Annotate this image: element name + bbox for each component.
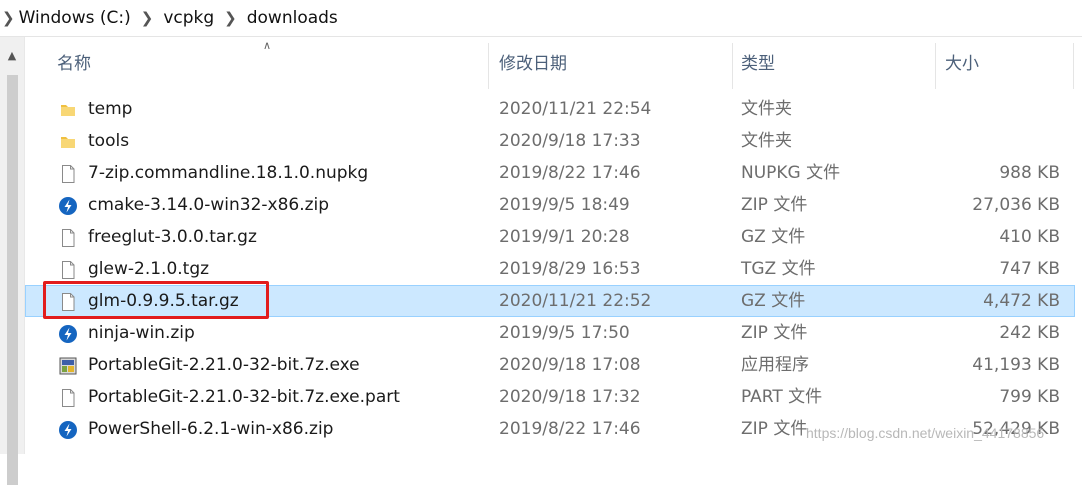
file-size: 27,036 KB — [972, 195, 1060, 215]
file-name: 7-zip.commandline.18.1.0.nupkg — [88, 163, 369, 183]
folder-icon — [58, 99, 78, 119]
file-size: 41,193 KB — [972, 355, 1060, 375]
breadcrumb-downloads[interactable]: downloads — [247, 8, 338, 28]
file-size: 799 KB — [999, 387, 1060, 407]
breadcrumb-drive[interactable]: Windows (C:) — [19, 8, 131, 28]
file-size: 4,472 KB — [983, 291, 1060, 311]
file-type: GZ 文件 — [741, 291, 806, 311]
chevron-right-icon[interactable]: ❯ — [2, 9, 15, 27]
file-date-modified: 2019/9/5 18:49 — [499, 195, 630, 215]
zip-app-icon — [58, 195, 78, 215]
file-name: PortableGit-2.21.0-32-bit.7z.exe.part — [88, 387, 400, 407]
file-row[interactable]: ninja-win.zip 2019/9/5 17:50 ZIP 文件 242 KB — [25, 317, 1075, 349]
file-size: 988 KB — [999, 163, 1060, 183]
file-type: 文件夹 — [741, 131, 792, 151]
column-divider[interactable] — [732, 43, 733, 89]
column-date-modified[interactable]: 修改日期 — [499, 52, 567, 76]
file-row[interactable]: temp 2020/11/21 22:54 文件夹 — [25, 93, 1075, 125]
file-date-modified: 2019/9/1 20:28 — [499, 227, 630, 247]
file-date-modified: 2019/9/5 17:50 — [499, 323, 630, 343]
file-row[interactable]: tools 2020/9/18 17:33 文件夹 — [25, 125, 1075, 157]
file-name: PowerShell-6.2.1-win-x86.zip — [88, 419, 334, 439]
file-name: freeglut-3.0.0.tar.gz — [88, 227, 257, 247]
installer-icon — [58, 355, 78, 375]
file-date-modified: 2019/8/22 17:46 — [499, 419, 641, 439]
file-type: 文件夹 — [741, 99, 792, 119]
file-size: 242 KB — [999, 323, 1060, 343]
file-date-modified: 2020/9/18 17:08 — [499, 355, 641, 375]
scroll-up-icon[interactable]: ▲ — [4, 49, 20, 63]
sort-ascending-icon: ∧ — [263, 39, 272, 52]
file-icon — [58, 387, 78, 407]
file-type: TGZ 文件 — [741, 259, 816, 279]
file-icon — [58, 227, 78, 247]
column-divider[interactable] — [488, 43, 489, 89]
file-type: ZIP 文件 — [741, 323, 808, 343]
file-date-modified: 2019/8/29 16:53 — [499, 259, 641, 279]
file-name: PortableGit-2.21.0-32-bit.7z.exe — [88, 355, 360, 375]
zip-app-icon — [58, 323, 78, 343]
column-size[interactable]: 大小 — [945, 52, 979, 76]
file-type: ZIP 文件 — [741, 195, 808, 215]
file-row[interactable]: PortableGit-2.21.0-32-bit.7z.exe 2020/9/1… — [25, 349, 1075, 381]
file-name: cmake-3.14.0-win32-x86.zip — [88, 195, 330, 215]
file-name: ninja-win.zip — [88, 323, 195, 343]
column-divider[interactable] — [1073, 43, 1074, 89]
folder-icon — [58, 131, 78, 151]
file-type: PART 文件 — [741, 387, 823, 407]
chevron-right-icon[interactable]: ❯ — [224, 9, 237, 27]
file-size: 747 KB — [999, 259, 1060, 279]
file-date-modified: 2019/8/22 17:46 — [499, 163, 641, 183]
file-row[interactable]: PortableGit-2.21.0-32-bit.7z.exe.part 202… — [25, 381, 1075, 413]
file-name: tools — [88, 131, 130, 151]
file-row-selected[interactable]: glm-0.9.9.5.tar.gz 2020/11/21 22:52 GZ 文件 4… — [25, 285, 1075, 317]
column-name[interactable]: 名称 — [57, 52, 91, 76]
file-date-modified: 2020/9/18 17:32 — [499, 387, 641, 407]
navigation-pane-scrollbar[interactable]: ▲ — [0, 37, 25, 485]
file-type: GZ 文件 — [741, 227, 806, 247]
file-row[interactable]: 7-zip.commandline.18.1.0.nupkg 2019/8/22 … — [25, 157, 1075, 189]
zip-app-icon — [58, 419, 78, 439]
file-list: temp 2020/11/21 22:54 文件夹 tools 2020/9/18 17… — [25, 93, 1075, 445]
file-name: glm-0.9.9.5.tar.gz — [88, 291, 239, 311]
file-type: ZIP 文件 — [741, 419, 808, 439]
file-icon — [58, 291, 78, 311]
file-name: glew-2.1.0.tgz — [88, 259, 210, 279]
file-date-modified: 2020/11/21 22:54 — [499, 99, 652, 119]
chevron-right-icon[interactable]: ❯ — [141, 9, 154, 27]
breadcrumb-vcpkg[interactable]: vcpkg — [163, 8, 214, 28]
file-name: temp — [88, 99, 133, 119]
file-date-modified: 2020/11/21 22:52 — [499, 291, 652, 311]
file-type: NUPKG 文件 — [741, 163, 841, 183]
column-type[interactable]: 类型 — [741, 52, 775, 76]
column-header: ∧ 名称 修改日期 类型 大小 — [25, 37, 1082, 92]
file-row[interactable]: cmake-3.14.0-win32-x86.zip 2019/9/5 18:49… — [25, 189, 1075, 221]
file-icon — [58, 259, 78, 279]
file-row[interactable]: glew-2.1.0.tgz 2019/8/29 16:53 TGZ 文件 747 K… — [25, 253, 1075, 285]
file-type: 应用程序 — [741, 355, 809, 375]
file-icon — [58, 163, 78, 183]
file-size: 410 KB — [999, 227, 1060, 247]
scrollbar-thumb[interactable] — [7, 75, 18, 485]
file-date-modified: 2020/9/18 17:33 — [499, 131, 641, 151]
address-bar[interactable]: ❯ Windows (C:) ❯ vcpkg ❯ downloads — [0, 0, 1082, 37]
column-divider[interactable] — [935, 43, 936, 89]
file-row[interactable]: freeglut-3.0.0.tar.gz 2019/9/1 20:28 GZ 文件… — [25, 221, 1075, 253]
watermark: https://blog.csdn.net/weixin_44178856 — [806, 425, 1045, 441]
